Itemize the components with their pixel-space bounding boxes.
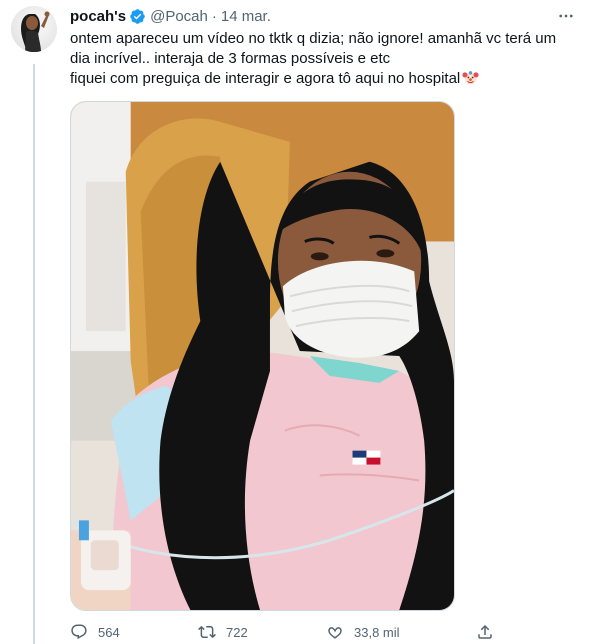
like-count: 33,8 mil bbox=[354, 624, 400, 640]
avatar[interactable] bbox=[11, 6, 57, 52]
verified-badge-icon bbox=[130, 8, 145, 24]
tweet-text-line-1: ontem apareceu um vídeo no tktk q dizia;… bbox=[70, 30, 557, 67]
tweet-text-line-2-text: fiquei com preguiça de interagir e agora… bbox=[70, 70, 461, 87]
reply-icon bbox=[71, 624, 87, 640]
author-handle[interactable]: @Pocah bbox=[150, 8, 208, 25]
author-name[interactable]: pocah's bbox=[70, 8, 126, 25]
like-icon bbox=[328, 627, 342, 639]
separator-dot: · bbox=[211, 7, 217, 25]
tweet-text: ontem apareceu um vídeo no tktk q dizia;… bbox=[70, 29, 575, 89]
tweet-photo[interactable] bbox=[70, 101, 455, 611]
tweet-text-line-2: fiquei com preguiça de interagir e agora… bbox=[70, 69, 575, 89]
hospital-selfie-image bbox=[71, 102, 454, 610]
tweet-date[interactable]: 14 mar. bbox=[221, 8, 271, 25]
more-options-icon[interactable] bbox=[556, 6, 576, 26]
tweet-actions: 564 722 33,8 mil bbox=[70, 622, 510, 642]
retweet-button[interactable]: 722 bbox=[198, 623, 326, 641]
reply-count: 564 bbox=[98, 624, 120, 640]
clown-face-emoji-icon bbox=[462, 71, 479, 85]
retweet-icon bbox=[198, 625, 216, 639]
retweet-count: 722 bbox=[226, 624, 248, 640]
tweet-header: pocah's @Pocah · 14 mar. bbox=[70, 5, 271, 27]
like-button[interactable]: 33,8 mil bbox=[326, 623, 476, 641]
avatar-image bbox=[21, 11, 50, 52]
share-icon bbox=[478, 624, 492, 639]
thread-line bbox=[33, 64, 35, 644]
reply-button[interactable]: 564 bbox=[70, 623, 198, 641]
share-button[interactable] bbox=[476, 623, 494, 641]
